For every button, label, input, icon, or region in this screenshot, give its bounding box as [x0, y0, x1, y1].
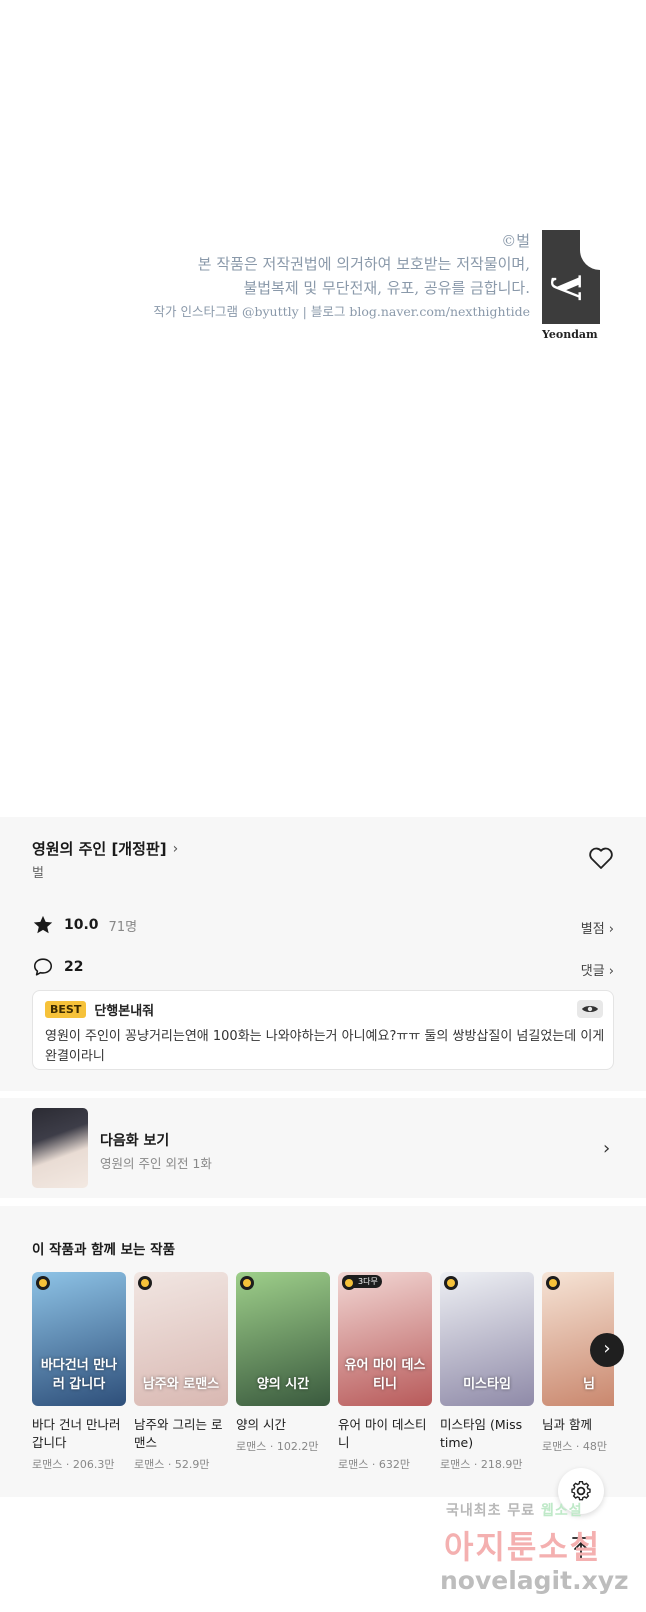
- star-icon: [33, 915, 53, 934]
- recommendation-title: 이 작품과 함께 보는 작품: [32, 1242, 175, 1258]
- recommendation-name[interactable]: 남주와 그리는 로맨스: [134, 1416, 228, 1452]
- eye-icon[interactable]: [577, 1000, 603, 1018]
- recommendation-cover-title: 유어 마이 데스티니: [344, 1358, 426, 1392]
- clock-icon: [138, 1276, 152, 1290]
- copyright-author: ©벌: [501, 232, 530, 250]
- recommendation-meta: 로맨스 · 632만: [338, 1458, 410, 1471]
- copyright-protection-text: 본 작품은 저작권법에 의거하여 보호받는 저작물이며,: [197, 255, 530, 273]
- copyright-social-links: 작가 인스타그램 @byuttly | 블로그 blog.naver.com/n…: [153, 304, 530, 319]
- clock-icon: [546, 1276, 560, 1290]
- recommendation-card[interactable]: 양의 시간 양의 시간 로맨스 · 102.2만: [236, 1272, 330, 1454]
- best-comment-text: 영원이 주인이 꽁냥거리는연애 100화는 나와야하는거 아니예요?ㅠㅠ 둘의 …: [45, 1029, 605, 1064]
- publisher-logo: y Yeondam: [542, 230, 602, 345]
- viewer-page: ©벌 본 작품은 저작권법에 의거하여 보호받는 저작물이며, 불법복제 및 무…: [0, 0, 646, 1612]
- recommendation-name[interactable]: 유어 마이 데스티니: [338, 1416, 432, 1452]
- next-episode-subtitle: 영원의 주인 외전 1화: [100, 1156, 212, 1171]
- next-episode-thumbnail[interactable]: [32, 1108, 88, 1188]
- recommendation-name[interactable]: 미스타임 (Miss time): [440, 1416, 534, 1452]
- next-episode-row[interactable]: [0, 1098, 646, 1198]
- recommendation-cover-title: 양의 시간: [256, 1377, 310, 1392]
- recommendation-meta: 로맨스 · 206.3만: [32, 1458, 115, 1471]
- recommendation-card[interactable]: 3다무 유어 마이 데스티니 유어 마이 데스티니 로맨스 · 632만: [338, 1272, 432, 1472]
- rating-link-label: 별점: [580, 922, 605, 937]
- best-comment-card[interactable]: BEST 단행본내줘 영원이 주인이 꽁냥거리는연애 100화는 나와야하는거 …: [32, 990, 614, 1070]
- site-watermark: 국내최초 무료 웹소설 아지툰소설 novelagit.xyz: [440, 1500, 646, 1612]
- rating-score: 10.0: [64, 917, 99, 933]
- recommendation-meta: 로맨스 · 218.9만: [440, 1458, 523, 1471]
- publisher-logo-text: Yeondam: [542, 328, 598, 341]
- clock-icon: [36, 1276, 50, 1290]
- copyright-notice: ©벌 본 작품은 저작권법에 의거하여 보호받는 저작물이며, 불법복제 및 무…: [100, 230, 530, 324]
- work-title: 영원의 주인 [개정판]: [32, 840, 167, 858]
- recommendation-cover-title: 미스타임: [463, 1377, 511, 1392]
- rating-row: 10.0 71명: [32, 914, 137, 936]
- work-author: 벌: [32, 866, 44, 881]
- best-comment-header: BEST 단행본내줘: [45, 1000, 154, 1019]
- comment-link[interactable]: 댓글 ›: [581, 960, 614, 979]
- heart-icon[interactable]: [588, 846, 614, 870]
- recommendation-card[interactable]: 바다건너 만나러 갑니다바다 건너 만나러 갑니다로맨스 · 206.3만: [32, 1272, 126, 1472]
- recommendation-name[interactable]: 양의 시간: [236, 1416, 330, 1434]
- recommendation-meta: 로맨스 · 48만: [542, 1440, 607, 1453]
- watermark-domain: novelagit.xyz: [440, 1566, 629, 1595]
- carousel-next-button[interactable]: ›: [590, 1333, 624, 1367]
- recommendation-cover[interactable]: 남주와 로맨스: [134, 1272, 228, 1406]
- recommendation-cover[interactable]: 양의 시간: [236, 1272, 330, 1406]
- comment-bubble-icon: [33, 958, 53, 976]
- work-title-link[interactable]: 영원의 주인 [개정판] ›: [32, 838, 178, 859]
- recommendation-cover-title: 바다건너 만나러 갑니다: [40, 1358, 118, 1392]
- recommendation-cover-title: 남주와 로맨스: [142, 1377, 220, 1392]
- rating-count: 71명: [108, 919, 138, 935]
- comment-row: 22: [32, 956, 83, 978]
- comment-count: 22: [64, 959, 84, 975]
- recommendation-cover-title: 님: [583, 1377, 595, 1392]
- chevron-right-icon: ›: [608, 922, 614, 937]
- recommendation-card[interactable]: 미스타임미스타임 (Miss time) 로맨스 · 218.9만: [440, 1272, 534, 1472]
- copyright-prohibition-text: 불법복제 및 무단전재, 유포, 공유를 금합니다.: [243, 279, 530, 297]
- watermark-site-name: 아지툰소설: [444, 1528, 602, 1566]
- comment-link-label: 댓글: [580, 964, 605, 979]
- recommendation-meta: 로맨스 · 52.9만: [134, 1458, 210, 1471]
- clock-icon: [444, 1276, 458, 1290]
- next-episode-label: 다음화 보기: [100, 1133, 170, 1149]
- clock-icon: [342, 1276, 356, 1290]
- recommendation-cover[interactable]: 3다무 유어 마이 데스티니: [338, 1272, 432, 1406]
- recommendation-name[interactable]: 님과 함께: [542, 1416, 614, 1434]
- recommendation-cover[interactable]: 바다건너 만나러 갑니다: [32, 1272, 126, 1406]
- recommendation-cover[interactable]: 미스타임: [440, 1272, 534, 1406]
- recommendation-name[interactable]: 바다 건너 만나러 갑니다: [32, 1416, 126, 1452]
- rating-link[interactable]: 별점 ›: [581, 918, 614, 937]
- best-badge: BEST: [45, 1001, 87, 1018]
- chevron-right-icon: ›: [608, 964, 614, 979]
- watermark-tagline: 국내최초 무료 웹소설: [446, 1503, 583, 1519]
- chevron-right-icon: ›: [172, 840, 179, 857]
- recommendation-card[interactable]: 남주와 로맨스남주와 그리는 로맨스로맨스 · 52.9만: [134, 1272, 228, 1472]
- chevron-right-icon[interactable]: ›: [603, 1138, 610, 1159]
- best-comment-writer: 단행본내줘: [94, 1004, 155, 1019]
- publisher-logo-mark: y: [542, 230, 600, 324]
- clock-icon: [240, 1276, 254, 1290]
- recommendation-meta: 로맨스 · 102.2만: [236, 1440, 319, 1453]
